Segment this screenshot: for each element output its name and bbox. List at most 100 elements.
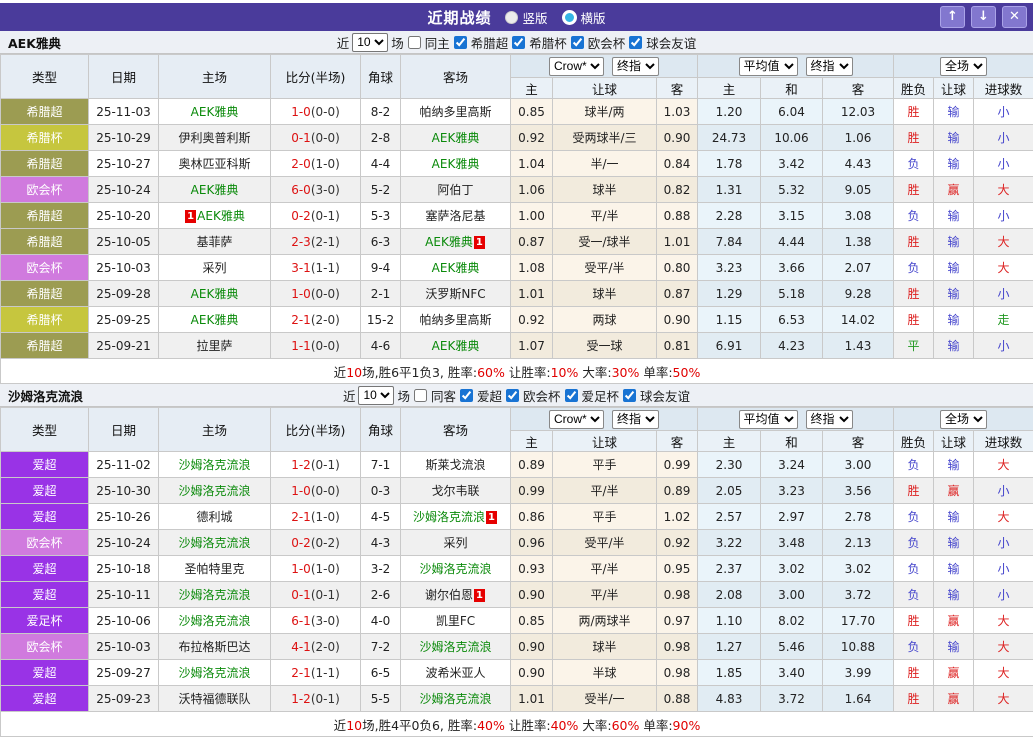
- close-button[interactable]: ✕: [1002, 6, 1027, 28]
- same-venue-checkbox[interactable]: [408, 36, 421, 49]
- score-cell: 3-1(1-1): [271, 255, 361, 281]
- halftime-score: (0-0): [311, 339, 340, 353]
- team-label: 基菲萨: [196, 235, 232, 249]
- away-odds-cell: 0.90: [657, 125, 698, 151]
- fullmatch-select[interactable]: 全场: [940, 410, 987, 429]
- summary-text: 单率:: [639, 718, 672, 733]
- league-checkbox-0[interactable]: [460, 389, 473, 402]
- bookmaker-select[interactable]: Crow*: [549, 57, 604, 76]
- window-title: 近期战绩: [427, 7, 491, 28]
- avg-home-cell: 1.10: [698, 608, 761, 634]
- average-group-header: 平均值终指: [698, 55, 894, 78]
- league-checkbox-3[interactable]: [629, 36, 642, 49]
- average-select[interactable]: 平均值: [739, 57, 798, 76]
- avg-draw-cell: 4.23: [761, 333, 823, 359]
- halftime-score: (1-0): [311, 510, 340, 524]
- sub-col-header: 进球数: [974, 431, 1033, 452]
- score-cell: 6-1(3-0): [271, 608, 361, 634]
- result-handicap-cell: 赢: [934, 686, 974, 712]
- halftime-score: (1-0): [311, 157, 340, 171]
- home-odds-cell: 0.85: [511, 608, 553, 634]
- corner-cell: 4-3: [361, 530, 401, 556]
- halftime-score: (0-0): [311, 484, 340, 498]
- home-odds-cell: 1.04: [511, 151, 553, 177]
- league-checkbox-label: 爱足杯: [582, 386, 620, 405]
- corner-cell: 2-1: [361, 281, 401, 307]
- layout-radio-horizontal[interactable]: 横版: [562, 8, 606, 27]
- average-select[interactable]: 平均值: [739, 410, 798, 429]
- summary-value: 10: [346, 718, 362, 733]
- corner-cell: 4-6: [361, 333, 401, 359]
- team-label: 沙姆洛克流浪: [419, 640, 491, 654]
- final-odds-select-2[interactable]: 终指: [806, 410, 853, 429]
- league-cell: 欧会杯: [1, 177, 89, 203]
- result-handicap-cell: 输: [934, 504, 974, 530]
- halftime-score: (1-0): [311, 562, 340, 576]
- team-label: AEK雅典: [191, 287, 239, 301]
- team-label: 奥林匹亚科斯: [178, 157, 250, 171]
- summary-text: 近: [334, 365, 347, 380]
- avg-away-cell: 14.02: [823, 307, 894, 333]
- league-checkbox-3[interactable]: [623, 389, 636, 402]
- league-checkbox-1[interactable]: [506, 389, 519, 402]
- league-checkbox-label: 欧会杯: [588, 33, 626, 52]
- sub-col-header: 让球: [553, 431, 657, 452]
- home-odds-cell: 0.90: [511, 582, 553, 608]
- match-row: 希腊超25-10-201AEK雅典0-2(0-1)5-3塞萨洛尼基1.00平/半…: [1, 203, 1033, 229]
- fullmatch-select[interactable]: 全场: [940, 57, 987, 76]
- handicap-line-cell: 受平/半: [553, 255, 657, 281]
- league-checkbox-1[interactable]: [512, 36, 525, 49]
- final-odds-select[interactable]: 终指: [612, 410, 659, 429]
- avg-away-cell: 9.05: [823, 177, 894, 203]
- team-name: AEK雅典: [8, 33, 61, 52]
- avg-away-cell: 9.28: [823, 281, 894, 307]
- scroll-up-button[interactable]: ↑: [940, 6, 965, 28]
- team-label: 采列: [202, 261, 226, 275]
- sub-col-header: 胜负: [894, 431, 934, 452]
- final-odds-select-2[interactable]: 终指: [806, 57, 853, 76]
- away-team-cell: 沙姆洛克流浪: [401, 556, 511, 582]
- recent-count-select[interactable]: 10: [358, 386, 394, 405]
- match-filter: 近10场同主希腊超希腊杯欧会杯球会友谊: [337, 33, 697, 52]
- away-odds-cell: 0.82: [657, 177, 698, 203]
- summary-value: 90%: [673, 718, 701, 733]
- league-cell: 希腊超: [1, 151, 89, 177]
- halftime-score: (3-0): [311, 183, 340, 197]
- layout-radio-vertical[interactable]: 竖版: [505, 8, 547, 27]
- avg-draw-cell: 4.44: [761, 229, 823, 255]
- bookmaker-select[interactable]: Crow*: [549, 410, 604, 429]
- avg-away-cell: 1.43: [823, 333, 894, 359]
- result-outcome-cell: 负: [894, 203, 934, 229]
- final-odds-select[interactable]: 终指: [612, 57, 659, 76]
- red-card-badge: 1: [185, 210, 196, 223]
- result-goals-cell: 小: [974, 530, 1033, 556]
- league-checkbox-0[interactable]: [454, 36, 467, 49]
- league-cell: 欧会杯: [1, 255, 89, 281]
- match-row: 希腊超25-09-28AEK雅典1-0(0-0)2-1沃罗斯NFC1.01球半0…: [1, 281, 1033, 307]
- home-team-cell: 圣帕特里克: [159, 556, 271, 582]
- team-label: 布拉格斯巴达: [178, 640, 250, 654]
- home-odds-cell: 0.86: [511, 504, 553, 530]
- result-handicap-cell: 输: [934, 530, 974, 556]
- score-cell: 1-0(1-0): [271, 556, 361, 582]
- away-team-cell: 阿伯丁: [401, 177, 511, 203]
- home-odds-cell: 0.90: [511, 660, 553, 686]
- result-goals-cell: 小: [974, 333, 1033, 359]
- avg-home-cell: 2.30: [698, 452, 761, 478]
- league-checkbox-2[interactable]: [565, 389, 578, 402]
- average-group-header: 平均值终指: [698, 408, 894, 431]
- match-row: 希腊超25-09-21拉里萨1-1(0-0)4-6AEK雅典1.07受一球0.8…: [1, 333, 1033, 359]
- date-cell: 25-10-26: [89, 504, 159, 530]
- handicap-line-cell: 球半: [553, 634, 657, 660]
- fulltime-score: 0-2: [291, 209, 311, 223]
- league-checkbox-2[interactable]: [571, 36, 584, 49]
- halftime-score: (0-2): [311, 536, 340, 550]
- result-outcome-cell: 胜: [894, 608, 934, 634]
- same-venue-checkbox[interactable]: [414, 389, 427, 402]
- avg-home-cell: 2.05: [698, 478, 761, 504]
- handicap-line-cell: 半球: [553, 660, 657, 686]
- score-cell: 4-1(2-0): [271, 634, 361, 660]
- recent-count-select[interactable]: 10: [352, 33, 388, 52]
- same-venue-label: 同客: [431, 386, 456, 405]
- scroll-down-button[interactable]: ↓: [971, 6, 996, 28]
